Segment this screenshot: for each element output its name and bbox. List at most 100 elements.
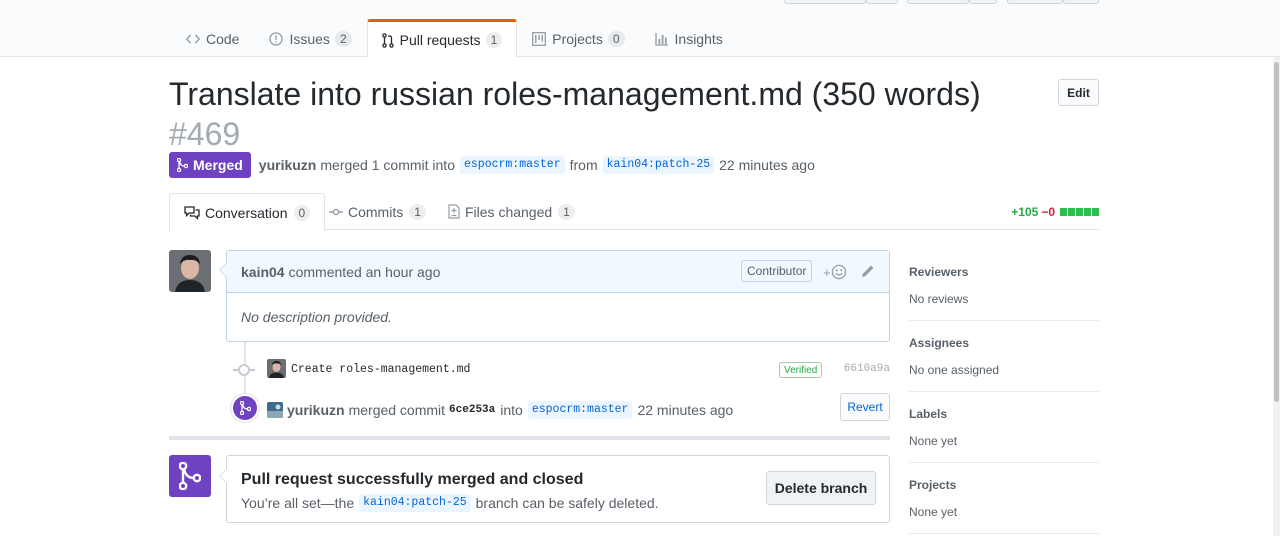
sidebar-heading: Labels <box>909 407 948 421</box>
sidebar-heading: Assignees <box>909 336 970 350</box>
tab-commits[interactable]: Commits 1 <box>315 193 440 230</box>
tab-count: 1 <box>558 203 575 220</box>
commit-author-avatar[interactable] <box>267 359 286 378</box>
state-label: Merged <box>193 157 243 173</box>
diffstat[interactable]: +105 −0 <box>1011 205 1099 219</box>
comment-author[interactable]: kain04 <box>241 264 285 280</box>
project-icon <box>532 31 547 46</box>
revert-button[interactable]: Revert <box>840 393 890 421</box>
tab-label: Issues <box>289 30 330 47</box>
sidebar-labels[interactable]: Labels None yet <box>909 392 1099 463</box>
tab-files-changed[interactable]: Files changed 1 <box>434 193 589 230</box>
comment-box: kain04 commented an hour ago Contributor… <box>219 250 890 342</box>
merge-time: 22 minutes ago <box>637 402 734 418</box>
graph-icon <box>654 32 669 46</box>
tab-label: Projects <box>552 30 603 47</box>
pr-title: Translate into russian roles-management.… <box>169 74 1029 154</box>
git-merge-icon <box>231 394 259 422</box>
tab-insights[interactable]: Insights <box>640 19 738 57</box>
verified-badge[interactable]: Verified <box>779 362 823 378</box>
watch-button[interactable] <box>784 0 866 4</box>
merger-avatar[interactable] <box>267 402 283 418</box>
avatar[interactable] <box>169 250 211 292</box>
pr-title-text: Translate into russian roles-management.… <box>169 76 981 112</box>
merged-time: 22 minutes ago <box>719 157 815 173</box>
edit-title-button[interactable]: Edit <box>1058 79 1099 106</box>
tab-label: Pull requests <box>399 32 481 48</box>
merge-base-ref[interactable]: espocrm:master <box>527 401 633 419</box>
merged-description: You’re all set—the kain04:patch-25 branc… <box>241 494 659 512</box>
star-button[interactable] <box>907 0 969 4</box>
delete-branch-button[interactable]: Delete branch <box>766 471 876 505</box>
scrollbar[interactable] <box>1273 57 1280 536</box>
sidebar-reviewers[interactable]: Reviewers No reviews <box>909 250 1099 321</box>
tab-pull-requests[interactable]: Pull requests 1 <box>366 19 518 58</box>
head-ref[interactable]: kain04:patch-25 <box>602 156 715 174</box>
base-ref[interactable]: espocrm:master <box>459 156 565 174</box>
comment-discussion-icon <box>184 205 200 220</box>
git-pull-request-icon <box>381 32 394 48</box>
merge-text-2: into <box>500 402 523 418</box>
merge-commit-sha[interactable]: 6ce253a <box>449 404 495 416</box>
diffstat-block <box>1076 208 1083 216</box>
sidebar-value: None yet <box>909 505 958 519</box>
merged-state-badge: Merged <box>169 152 251 178</box>
tab-issues[interactable]: Issues 2 <box>254 19 366 57</box>
pr-number: #469 <box>169 116 241 152</box>
pencil-icon[interactable] <box>861 264 875 281</box>
tab-projects[interactable]: Projects 0 <box>517 19 639 57</box>
merge-event-text: yurikuzn merged commit 6ce253a into espo… <box>267 401 733 419</box>
sidebar-value: No one assigned <box>909 363 1000 377</box>
pr-tabs: Conversation 0 Commits 1 Files changed 1… <box>169 193 1099 231</box>
timeline-end <box>169 436 890 440</box>
diff-additions: +105 <box>1011 205 1039 219</box>
merge-author[interactable]: yurikuzn <box>287 402 345 418</box>
pr-meta: Merged yurikuzn merged 1 commit into esp… <box>169 152 815 178</box>
merge-event: yurikuzn merged commit 6ce253a into espo… <box>226 392 890 424</box>
diff-deletions: −0 <box>1041 205 1055 219</box>
sidebar-projects[interactable]: Projects None yet <box>909 463 1099 534</box>
git-commit-icon <box>233 364 255 376</box>
scrollbar-thumb[interactable] <box>1274 62 1279 402</box>
commit-sha[interactable]: 6610a9a <box>844 363 890 375</box>
merge-text-1: merged commit <box>348 402 446 418</box>
git-merge-icon <box>169 455 211 497</box>
git-merge-icon <box>177 158 188 172</box>
smiley-icon <box>831 264 846 280</box>
diffstat-block <box>1084 208 1091 216</box>
repo-header: Code Issues 2 Pull requests 1 Projects 0 <box>0 0 1280 58</box>
tab-count: 1 <box>485 32 503 48</box>
diffstat-block <box>1060 208 1067 216</box>
commit-message[interactable]: Create roles-management.md <box>291 363 470 376</box>
merged-desc-2: branch can be safely deleted. <box>475 495 659 511</box>
branch-ref[interactable]: kain04:patch-25 <box>359 494 471 512</box>
tab-count: 2 <box>334 30 352 47</box>
contributor-badge: Contributor <box>741 260 813 282</box>
tab-label: Code <box>206 30 240 47</box>
watch-count[interactable] <box>866 0 898 4</box>
issue-opened-icon <box>269 31 284 46</box>
tab-conversation[interactable]: Conversation 0 <box>169 193 326 231</box>
comment-body: No description provided. <box>241 309 392 325</box>
file-diff-icon <box>448 204 460 219</box>
sidebar-value: None yet <box>909 434 958 448</box>
tab-count: 0 <box>607 30 625 47</box>
merged-message-box: Pull request successfully merged and clo… <box>219 455 890 523</box>
tab-code[interactable]: Code <box>171 19 254 57</box>
fork-button[interactable] <box>1007 0 1063 4</box>
comment-action: commented an hour ago <box>288 263 441 280</box>
sidebar-heading: Reviewers <box>909 265 969 279</box>
tab-count: 0 <box>293 204 311 221</box>
merged-by-link[interactable]: yurikuzn <box>259 157 317 173</box>
tab-count: 1 <box>409 203 426 220</box>
add-reaction-button[interactable]: + <box>823 264 847 280</box>
sidebar-heading: Projects <box>909 478 957 492</box>
tab-label: Insights <box>674 30 723 47</box>
meta-text: from <box>569 157 598 173</box>
commit-row: Create roles-management.md Verified 6610… <box>226 358 890 382</box>
fork-count[interactable] <box>1063 0 1099 4</box>
star-count[interactable] <box>969 0 997 4</box>
tab-label: Files changed <box>465 203 553 220</box>
sidebar-assignees[interactable]: Assignees No one assigned <box>909 321 1099 392</box>
sidebar-value: No reviews <box>909 292 969 306</box>
